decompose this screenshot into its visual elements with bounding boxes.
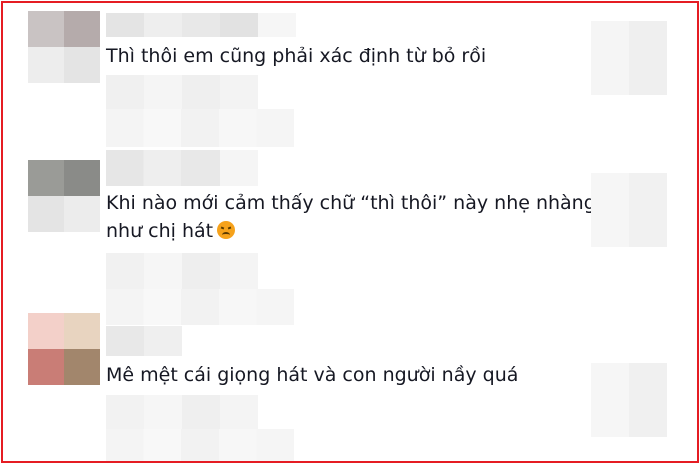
disappointed-face-icon bbox=[217, 221, 236, 239]
reply-row-blurred bbox=[106, 253, 258, 289]
avatar[interactable] bbox=[28, 313, 100, 385]
username-blurred[interactable] bbox=[106, 326, 182, 356]
reply-row-blurred bbox=[106, 75, 258, 109]
avatar[interactable] bbox=[28, 11, 100, 83]
like-button-blurred[interactable] bbox=[591, 173, 667, 247]
reply-row-blurred bbox=[106, 395, 258, 429]
comment-text: như chị hát bbox=[106, 216, 236, 246]
comment-panel: Thì thôi em cũng phải xác định từ bỏ rồi… bbox=[1, 1, 699, 463]
like-button-blurred[interactable] bbox=[591, 363, 667, 437]
comment-text: Mê mệt cái giọng hát và con người nầy qu… bbox=[106, 364, 519, 386]
like-button-blurred[interactable] bbox=[591, 21, 667, 95]
username-blurred[interactable] bbox=[106, 150, 220, 186]
comment-text: Thì thôi em cũng phải xác định từ bỏ rồi bbox=[106, 45, 487, 67]
username-blurred[interactable] bbox=[106, 13, 258, 37]
avatar[interactable] bbox=[28, 160, 100, 232]
comment-text: Khi nào mới cảm thấy chữ “thì thôi” này … bbox=[106, 192, 596, 214]
